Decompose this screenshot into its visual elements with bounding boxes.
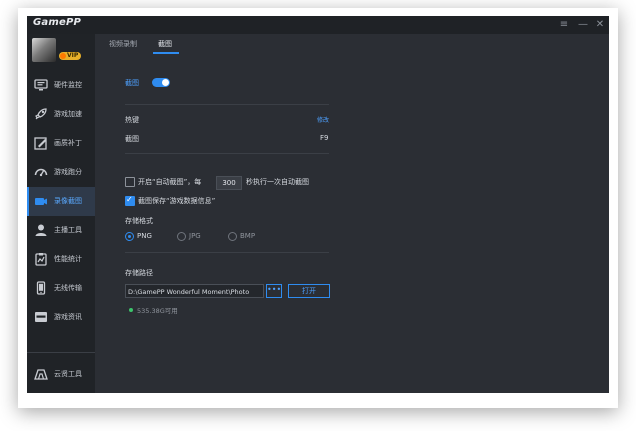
app-logo: GamePP xyxy=(33,17,82,28)
screenshot-enable-label: 截图 xyxy=(125,79,139,87)
hotkey-section-label: 热键 xyxy=(125,116,139,124)
auto-interval-input[interactable]: 300 xyxy=(216,176,242,190)
sidebar-item-label: 画质补丁 xyxy=(54,139,82,147)
sidebar-item-label: 硬件监控 xyxy=(54,81,82,89)
phone-icon xyxy=(36,281,46,295)
sidebar-item-record-screenshot[interactable]: 录像截图 xyxy=(27,187,95,216)
screenshot-settings-panel: 截图 热键 修改 截图 F9 开启“自动截图”，每 300 秒执行一次自动截图 … xyxy=(95,56,609,393)
sidebar-item-performance-stats[interactable]: 性能统计 xyxy=(27,245,95,274)
toggle-knob xyxy=(162,79,169,86)
hotkey-key-value: F9 xyxy=(320,134,329,142)
title-bar: GamePP ≡ — ✕ xyxy=(27,16,609,34)
news-icon xyxy=(35,312,47,322)
sidebar-item-label: 性能统计 xyxy=(54,255,82,263)
free-space-label: 535.38G可用 xyxy=(137,307,178,315)
clipboard-chart-icon xyxy=(35,253,47,266)
auto-screenshot-prefix: 开启“自动截图”，每 xyxy=(138,178,202,186)
brush-icon xyxy=(34,137,47,150)
auto-screenshot-suffix: 秒执行一次自动截图 xyxy=(246,178,309,186)
tab-video-record[interactable]: 视频录制 xyxy=(109,39,137,49)
tab-screenshot[interactable]: 截图 xyxy=(158,39,172,49)
format-bmp-label[interactable]: BMP xyxy=(240,232,255,240)
save-path-input[interactable]: D:\GamePP Wonderful Moment\Photo xyxy=(125,284,264,298)
vip-dot-icon xyxy=(60,53,66,59)
sidebar-item-label: 游戏跑分 xyxy=(54,168,82,176)
path-section-label: 存储路径 xyxy=(125,269,153,277)
app-window: GamePP ≡ — ✕ VIP 硬件监控 游戏加速 画质补丁 游戏跑分 录像截… xyxy=(27,16,609,393)
sidebar-item-label: 云贤工具 xyxy=(54,370,82,378)
format-jpg-radio[interactable] xyxy=(177,232,186,241)
check-icon: ✓ xyxy=(126,195,133,204)
sidebar-item-benchmark[interactable]: 游戏跑分 xyxy=(27,158,95,187)
save-game-info-checkbox[interactable]: ✓ xyxy=(125,195,135,206)
rocket-icon xyxy=(35,108,47,120)
format-section-label: 存储格式 xyxy=(125,217,153,225)
menu-icon[interactable]: ≡ xyxy=(557,18,571,32)
sidebar-item-hardware-monitor[interactable]: 硬件监控 xyxy=(27,71,95,100)
divider xyxy=(125,252,329,253)
sidebar-item-label: 游戏加速 xyxy=(54,110,82,118)
screenshot-enable-toggle[interactable] xyxy=(152,78,170,87)
sidebar-item-label: 主播工具 xyxy=(54,226,82,234)
open-folder-button[interactable]: 打开 xyxy=(288,284,330,298)
sidebar-item-label: 游戏资讯 xyxy=(54,313,82,321)
close-icon[interactable]: ✕ xyxy=(593,18,607,32)
sidebar-item-cloud-tools[interactable]: 云贤工具 xyxy=(27,360,95,389)
sidebar-item-quality-patch[interactable]: 画质补丁 xyxy=(27,129,95,158)
hotkey-modify-link[interactable]: 修改 xyxy=(317,115,329,124)
sidebar-item-wireless-transfer[interactable]: 无线传输 xyxy=(27,274,95,303)
minimize-icon[interactable]: — xyxy=(576,18,590,32)
format-png-radio[interactable] xyxy=(125,232,134,241)
sidebar-item-game-accelerate[interactable]: 游戏加速 xyxy=(27,100,95,129)
sidebar-item-game-news[interactable]: 游戏资讯 xyxy=(27,303,95,332)
hotkey-action-label: 截图 xyxy=(125,135,139,143)
active-tab-indicator xyxy=(153,52,179,54)
vip-badge-label: VIP xyxy=(67,52,79,59)
streamer-icon xyxy=(35,224,47,236)
camera-icon xyxy=(35,198,47,205)
format-bmp-radio[interactable] xyxy=(228,232,237,241)
format-jpg-label[interactable]: JPG xyxy=(189,232,201,240)
browse-button[interactable]: ••• xyxy=(266,284,282,298)
divider xyxy=(125,104,329,105)
speedometer-icon xyxy=(34,168,48,177)
sidebar-item-label: 录像截图 xyxy=(54,197,82,205)
save-game-info-label: 截图保存“游戏数据信息” xyxy=(138,197,216,205)
tab-bar: 视频录制 截图 xyxy=(95,34,609,56)
divider xyxy=(125,153,329,154)
monitor-icon xyxy=(34,79,48,91)
radio-dot xyxy=(128,235,131,238)
format-png-label[interactable]: PNG xyxy=(137,232,152,240)
cloud-tool-icon xyxy=(34,369,48,380)
sidebar-item-label: 无线传输 xyxy=(54,284,82,292)
disk-status-dot xyxy=(129,308,133,312)
vip-badge: VIP xyxy=(59,52,82,60)
sidebar-divider xyxy=(27,352,95,353)
auto-screenshot-checkbox[interactable] xyxy=(125,177,135,187)
avatar[interactable] xyxy=(32,38,56,62)
sidebar-item-streamer-tools[interactable]: 主播工具 xyxy=(27,216,95,245)
sidebar: VIP 硬件监控 游戏加速 画质补丁 游戏跑分 录像截图 主播工具 性能统计 无… xyxy=(27,34,95,393)
